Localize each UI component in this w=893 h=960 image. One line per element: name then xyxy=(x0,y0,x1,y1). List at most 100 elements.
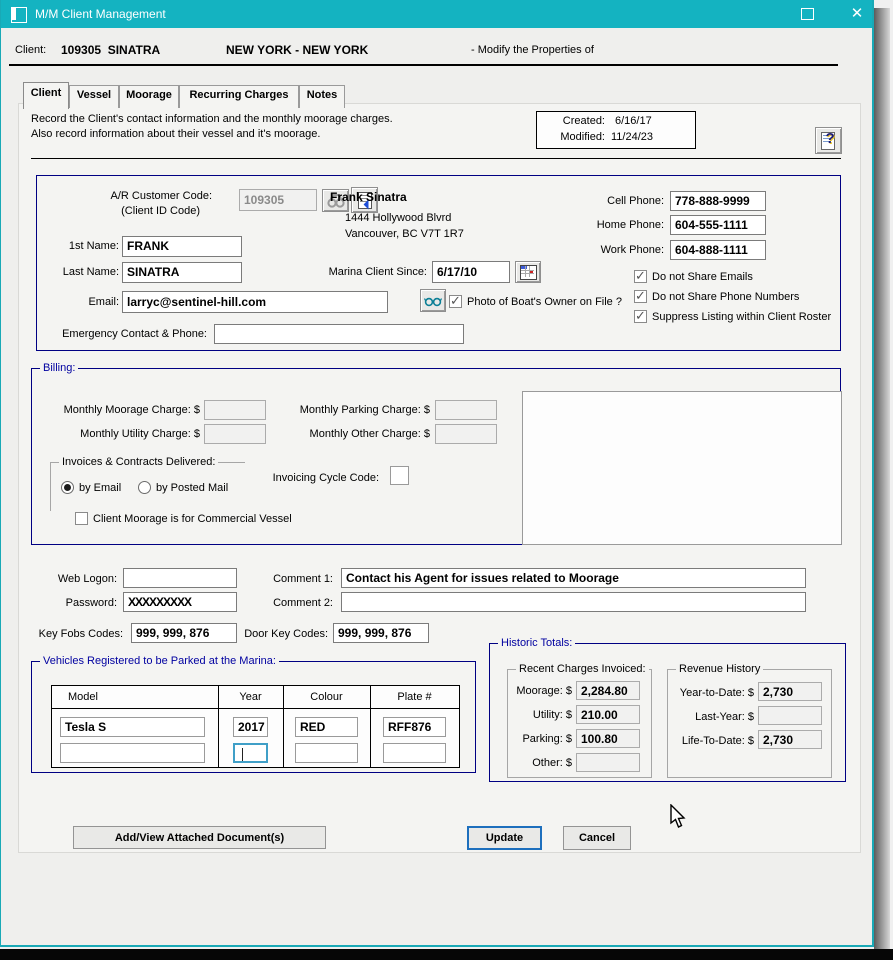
parking-charge-field[interactable] xyxy=(435,400,497,420)
recent-utility-field[interactable]: 210.00 xyxy=(576,705,640,724)
calendar-icon xyxy=(520,265,536,279)
close-icon[interactable]: ✕ xyxy=(847,4,867,22)
comment2-field[interactable] xyxy=(341,592,806,612)
comment1-field[interactable]: Contact his Agent for issues related to … xyxy=(341,568,806,588)
email-field[interactable]: larryc@sentinel-hill.com xyxy=(122,291,388,313)
commercial-vessel-checkbox[interactable] xyxy=(75,512,88,525)
emergency-label: Emergency Contact & Phone: xyxy=(57,328,207,340)
since-field[interactable]: 6/17/10 xyxy=(432,261,510,283)
col-colour: Colour xyxy=(283,691,370,703)
col-plate: Plate # xyxy=(370,691,459,703)
first-name-field[interactable]: FRANK xyxy=(122,236,242,257)
tab-moorage[interactable]: Moorage xyxy=(119,85,179,108)
maximize-icon[interactable] xyxy=(801,8,814,20)
taskbar-strip xyxy=(0,949,893,960)
other-charge-field[interactable] xyxy=(435,424,497,444)
col-year: Year xyxy=(218,691,283,703)
by-posted-mail-label: by Posted Mail xyxy=(156,482,228,494)
update-button[interactable]: Update xyxy=(467,826,542,850)
title-bar[interactable]: M/M Client Management ✕ xyxy=(1,0,872,28)
tab-client[interactable]: Client xyxy=(23,82,69,109)
billing-notes-box[interactable] xyxy=(522,391,842,545)
header-divider xyxy=(9,64,838,66)
recent-other-field[interactable] xyxy=(576,753,640,772)
tab-vessel[interactable]: Vessel xyxy=(69,85,119,108)
password-field[interactable]: XXXXXXXXX xyxy=(123,592,237,612)
cell-phone-label: Cell Phone: xyxy=(574,195,664,207)
work-phone-label: Work Phone: xyxy=(574,244,664,256)
recent-moorage-label: Moorage: $ xyxy=(508,685,572,697)
historic-totals-fieldset: Historic Totals: Recent Charges Invoiced… xyxy=(489,637,846,782)
web-logon-field[interactable] xyxy=(123,568,237,588)
home-phone-field[interactable]: 604-555-1111 xyxy=(670,215,766,235)
address-line1: 1444 Hollywood Blvrd xyxy=(345,212,451,224)
delivery-group: Invoices & Contracts Delivered: by Email… xyxy=(50,456,245,511)
no-share-phones-checkbox[interactable] xyxy=(634,290,647,303)
vehicle2-year-field[interactable] xyxy=(233,743,268,763)
recent-utility-label: Utility: $ xyxy=(508,709,572,721)
vehicle2-plate-field[interactable] xyxy=(383,743,446,763)
delivery-legend: Invoices & Contracts Delivered: xyxy=(59,456,218,468)
reading-glasses-icon xyxy=(424,295,442,307)
comment2-label: Comment 2: xyxy=(263,597,333,609)
vehicle1-colour-field[interactable]: RED xyxy=(295,717,358,737)
cell-phone-field[interactable]: 778-888-9999 xyxy=(670,191,766,211)
other-charge-label: Monthly Other Charge: $ xyxy=(287,428,430,440)
help-icon: ? xyxy=(820,131,838,151)
utility-charge-label: Monthly Utility Charge: $ xyxy=(57,428,200,440)
vehicle1-plate-field[interactable]: RFF876 xyxy=(383,717,446,737)
ltd-field[interactable]: 2,730 xyxy=(758,730,822,749)
created-value: 6/16/17 xyxy=(615,115,652,127)
window-shadow xyxy=(874,8,890,949)
last-year-field[interactable] xyxy=(758,706,822,725)
suppress-roster-checkbox[interactable] xyxy=(634,310,647,323)
display-name: Frank Sinatra xyxy=(330,190,407,204)
last-name-field[interactable]: SINATRA xyxy=(122,262,242,283)
photo-checkbox-label: Photo of Boat's Owner on File ? xyxy=(467,296,622,308)
col-model: Model xyxy=(68,691,98,703)
modified-value: 11/24/23 xyxy=(611,131,653,143)
vehicle2-model-field[interactable] xyxy=(60,743,205,763)
password-label: Password: xyxy=(41,597,117,609)
commercial-vessel-label: Client Moorage is for Commercial Vessel xyxy=(93,513,292,525)
utility-charge-field[interactable] xyxy=(204,424,266,444)
help-button[interactable]: ? xyxy=(815,127,842,154)
recent-moorage-field[interactable]: 2,284.80 xyxy=(576,681,640,700)
no-share-emails-checkbox[interactable] xyxy=(634,270,647,283)
by-posted-mail-radio[interactable] xyxy=(138,481,151,494)
by-email-radio[interactable] xyxy=(61,481,74,494)
work-phone-field[interactable]: 604-888-1111 xyxy=(670,240,766,260)
text-caret xyxy=(242,748,243,761)
parking-charge-label: Monthly Parking Charge: $ xyxy=(287,404,430,416)
recent-charges-group: Recent Charges Invoiced: Moorage: $ 2,28… xyxy=(507,663,652,778)
vehicle1-model-field[interactable]: Tesla S xyxy=(60,717,205,737)
tab-recurring-charges[interactable]: Recurring Charges xyxy=(179,85,299,108)
vehicle1-year-field[interactable]: 2017 xyxy=(233,717,268,737)
calendar-button[interactable] xyxy=(515,261,541,283)
tab-notes[interactable]: Notes xyxy=(299,85,345,108)
invoicing-cycle-label: Invoicing Cycle Code: xyxy=(267,472,379,484)
view-photo-button[interactable] xyxy=(420,289,446,312)
emergency-field[interactable] xyxy=(214,324,464,344)
window-title: M/M Client Management xyxy=(35,7,166,21)
ytd-field[interactable]: 2,730 xyxy=(758,682,822,701)
moorage-charge-field[interactable] xyxy=(204,400,266,420)
attach-documents-button[interactable]: Add/View Attached Document(s) xyxy=(73,826,326,849)
created-label: Created: xyxy=(543,115,605,127)
vehicle2-colour-field[interactable] xyxy=(295,743,358,763)
recent-charges-legend: Recent Charges Invoiced: xyxy=(516,663,649,675)
recent-parking-field[interactable]: 100.80 xyxy=(576,729,640,748)
mouse-cursor xyxy=(669,804,689,830)
last-name-label: Last Name: xyxy=(47,266,119,278)
first-name-label: 1st Name: xyxy=(47,240,119,252)
cancel-button[interactable]: Cancel xyxy=(563,826,631,850)
app-window: M/M Client Management ✕ Client: 109305 S… xyxy=(0,0,874,947)
invoicing-cycle-field[interactable] xyxy=(390,466,409,485)
door-keys-field[interactable]: 999, 999, 876 xyxy=(333,623,429,643)
suppress-roster-label: Suppress Listing within Client Roster xyxy=(652,311,831,323)
photo-checkbox[interactable] xyxy=(449,295,462,308)
ar-code-field[interactable]: 109305 xyxy=(239,189,317,211)
client-label: Client: xyxy=(15,44,46,56)
key-fobs-field[interactable]: 999, 999, 876 xyxy=(131,623,237,643)
ar-code-label: A/R Customer Code: xyxy=(57,190,212,202)
